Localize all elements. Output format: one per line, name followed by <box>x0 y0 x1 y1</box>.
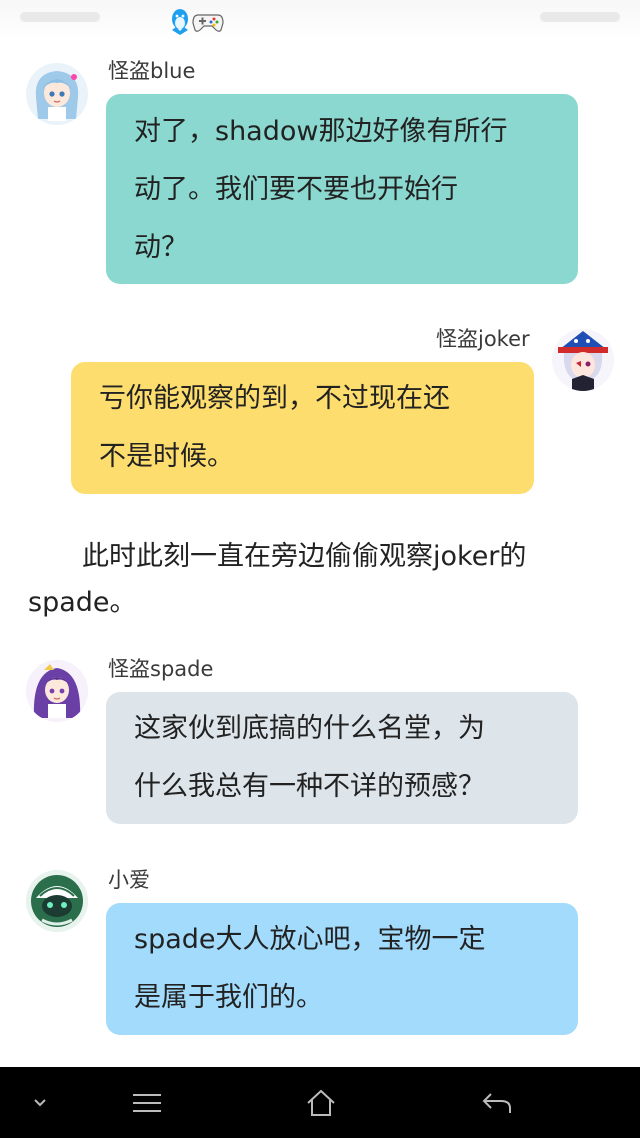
avatar-blue[interactable] <box>26 63 88 125</box>
message-bubble-spade[interactable]: 这家伙到底搞的什么名堂，为 什么我总有一种不详的预感？ <box>106 692 578 824</box>
message-line: 动？ <box>134 232 188 263</box>
message-line: 这家伙到底搞的什么名堂，为 <box>134 713 485 744</box>
navigation-bar <box>0 1067 640 1138</box>
avatar-xiaoai[interactable] <box>26 870 88 932</box>
message-line: 动了。我们要不要也开始行 <box>134 174 458 205</box>
narration-line: 此时此刻一直在旁边偷偷观察joker的 <box>28 541 527 572</box>
home-icon[interactable] <box>296 1067 346 1138</box>
chevron-down-icon[interactable] <box>20 1067 60 1138</box>
message-line: 是属于我们的。 <box>134 982 323 1013</box>
narration-text: 此时此刻一直在旁边偷偷观察joker的 spade。 <box>28 534 614 626</box>
message-bubble-xiaoai[interactable]: spade大人放心吧，宝物一定 是属于我们的。 <box>106 903 578 1035</box>
back-icon[interactable] <box>472 1067 522 1138</box>
menu-icon[interactable] <box>122 1067 172 1138</box>
qq-penguin-icon <box>172 9 188 35</box>
sender-name-joker: 怪盗joker <box>436 327 530 351</box>
sender-name-blue: 怪盗blue <box>108 59 196 83</box>
status-bar <box>0 0 640 40</box>
message-line: 不是时候。 <box>99 441 234 472</box>
narration-line: spade。 <box>28 587 137 618</box>
message-bubble-blue[interactable]: 对了，shadow那边好像有所行 动了。我们要不要也开始行 动？ <box>106 94 578 284</box>
message-line: spade大人放心吧，宝物一定 <box>134 924 486 955</box>
sender-name-xiaoai: 小爱 <box>108 868 150 892</box>
message-line: 亏你能观察的到，不过现在还 <box>99 383 450 414</box>
status-bar-faded-indicators <box>540 12 620 22</box>
status-bar-faded-text <box>20 12 100 22</box>
message-bubble-joker[interactable]: 亏你能观察的到，不过现在还 不是时候。 <box>71 362 534 494</box>
avatar-spade[interactable] <box>26 660 88 722</box>
gamepad-icon <box>192 14 224 32</box>
sender-name-spade: 怪盗spade <box>108 657 214 681</box>
message-line: 对了，shadow那边好像有所行 <box>134 116 508 147</box>
message-line: 什么我总有一种不详的预感？ <box>134 771 485 802</box>
avatar-joker[interactable] <box>552 329 614 391</box>
